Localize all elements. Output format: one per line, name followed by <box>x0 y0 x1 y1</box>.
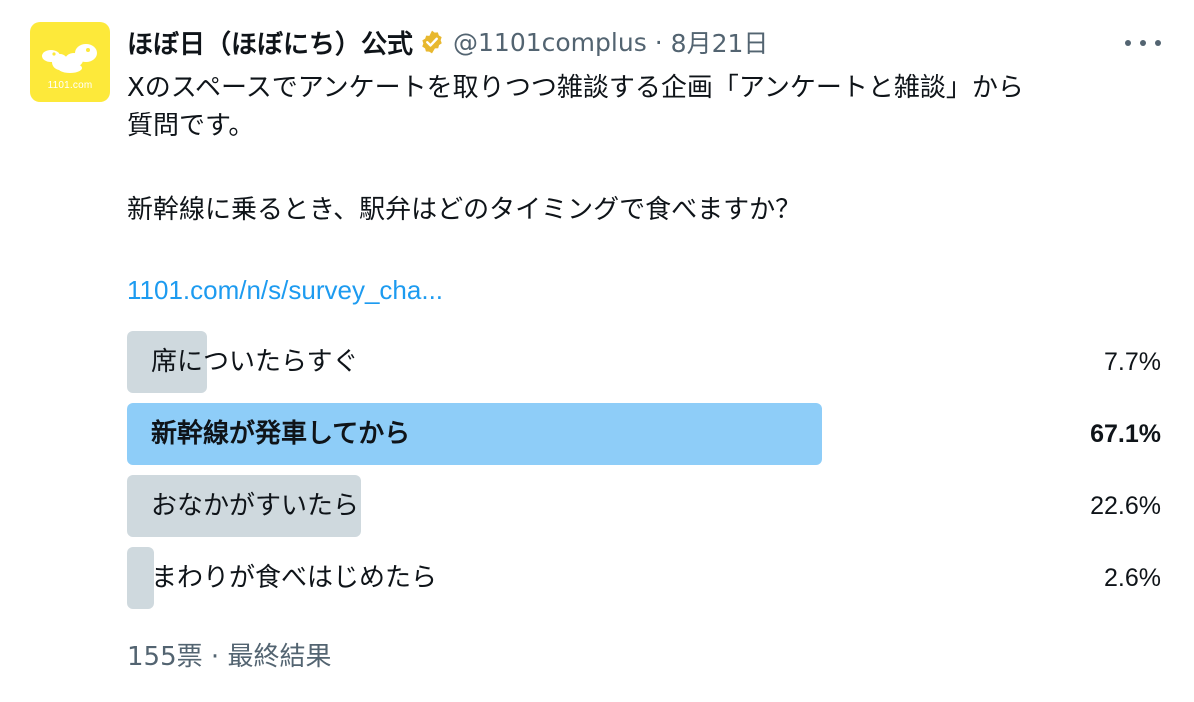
poll-bar <box>127 547 154 609</box>
verified-badge-icon[interactable] <box>419 29 445 55</box>
poll-option-percent: 67.1% <box>1090 420 1161 448</box>
tweet-text-line-1: Xのスペースでアンケートを取りつつ雑談する企画「アンケートと雑談」から <box>127 73 1024 103</box>
tweet-question: 新幹線に乗るとき、駅弁はどのタイミングで食べますか？ <box>127 195 802 225</box>
poll-option-percent: 2.6% <box>1104 564 1161 592</box>
poll-option: おなかがすいたら 22.6% <box>127 475 1163 537</box>
user-handle[interactable]: @1101complus <box>453 28 647 57</box>
poll-status: 最終結果 <box>227 642 332 672</box>
poll-option-label: 新幹線が発車してから <box>151 419 411 449</box>
poll-footer-separator: · <box>210 642 220 672</box>
poll-option-percent: 22.6% <box>1090 492 1161 520</box>
avatar-caption: 1101.com <box>47 80 93 91</box>
poll-option-label: 席についたらすぐ <box>151 347 359 377</box>
poll-option: まわりが食べはじめたら 2.6% <box>127 547 1163 609</box>
post-date[interactable]: 8月21日 <box>671 24 769 60</box>
poll-footer: 155票 · 最終結果 <box>127 636 331 673</box>
avatar[interactable]: 1101.com <box>30 22 110 102</box>
poll-vote-count: 155票 <box>127 642 203 672</box>
display-name[interactable]: ほぼ日（ほぼにち）公式 <box>127 24 413 61</box>
poll-option-label: おなかがすいたら <box>151 491 360 521</box>
poll: 席についたらすぐ 7.7% 新幹線が発車してから 67.1% おなかがすいたら … <box>127 331 1163 619</box>
more-options-icon[interactable] <box>1125 40 1161 50</box>
poll-option: 席についたらすぐ 7.7% <box>127 331 1163 393</box>
tweet: 1101.com ほぼ日（ほぼにち）公式 @1101complus · 8月21… <box>0 0 1194 702</box>
tweet-link[interactable]: 1101.com/n/s/survey_cha... <box>127 272 443 308</box>
more-dot <box>1140 40 1146 46</box>
tweet-text-line-2: 質問です。 <box>127 111 255 141</box>
header-separator: · <box>654 27 663 57</box>
tweet-header: ほぼ日（ほぼにち）公式 @1101complus · 8月21日 <box>127 22 768 62</box>
more-dot <box>1155 40 1161 46</box>
poll-option-label: まわりが食べはじめたら <box>151 563 438 593</box>
poll-option: 新幹線が発車してから 67.1% <box>127 403 1163 465</box>
poll-option-percent: 7.7% <box>1104 348 1161 376</box>
more-dot <box>1125 40 1131 46</box>
